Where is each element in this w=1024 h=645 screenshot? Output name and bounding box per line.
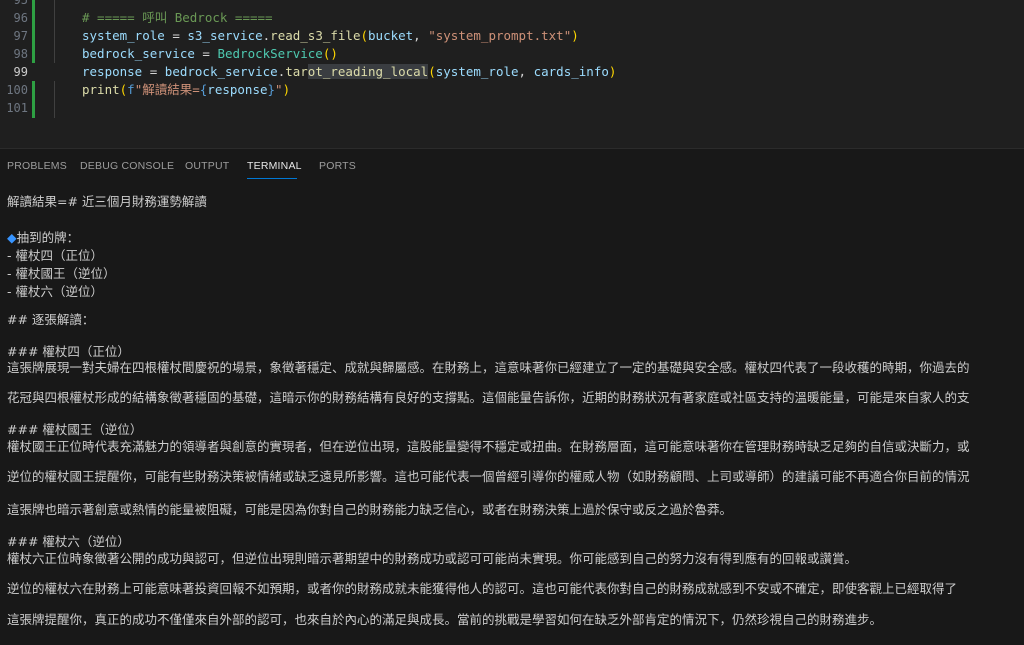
code-text: print(f"解讀結果={response}"): [82, 82, 291, 97]
code-text: system_role = s3_service.read_s3_file(bu…: [82, 28, 579, 43]
terminal-line: 花冠與四根權杖形成的結構象徵著穩固的基礎，這暗示你的財務結構有良好的支撐點。這個…: [7, 390, 970, 405]
line-number: 97: [13, 29, 28, 43]
editor-line-98[interactable]: 98 bedrock_service = BedrockService(): [0, 45, 1024, 63]
editor-line-95[interactable]: 95: [0, 0, 1024, 9]
panel-tabs: PROBLEMS DEBUG CONSOLE OUTPUT TERMINAL P…: [0, 149, 1024, 183]
line-number: 99: [13, 65, 28, 79]
terminal-output[interactable]: 解讀結果=# 近三個月財務運勢解讀 ◆抽到的牌： - 權杖四（正位） - 權杖國…: [7, 193, 1024, 645]
terminal-line: 這張牌也暗示著創意或熱情的能量被阻礙，可能是因為你對自己的財務能力缺乏信心，或者…: [7, 502, 733, 517]
code-text: response = bedrock_service.tarot_reading…: [82, 64, 617, 79]
line-number: 95: [13, 0, 28, 7]
terminal-line: 這張牌提醒你，真正的成功不僅僅來自外部的認可，也來自於內心的滿足與成長。當前的挑…: [7, 612, 883, 627]
tab-debug-console[interactable]: DEBUG CONSOLE: [80, 160, 174, 172]
terminal-line: ## 逐張解讀：: [7, 312, 95, 327]
tab-terminal[interactable]: TERMINAL: [247, 160, 302, 172]
line-number: 101: [6, 101, 28, 115]
editor-line-101[interactable]: 101: [0, 99, 1024, 117]
tab-problems[interactable]: PROBLEMS: [7, 160, 67, 172]
terminal-line: ### 權杖國王（逆位）: [7, 422, 143, 437]
editor-line-97[interactable]: 97 system_role = s3_service.read_s3_file…: [0, 27, 1024, 45]
terminal-line: - 權杖國王（逆位）: [7, 266, 116, 281]
code-editor[interactable]: 95 96 # ===== 呼叫 Bedrock ===== 97 system…: [0, 0, 1024, 148]
diamond-icon: ◆: [7, 230, 17, 245]
terminal-line: 權杖國王正位時代表充滿魅力的領導者與創意的實現者，但在逆位出現，這股能量變得不穩…: [7, 439, 970, 454]
terminal-line: ### 權杖六（逆位）: [7, 534, 130, 549]
code-text: bedrock_service = BedrockService(): [82, 46, 338, 61]
terminal-line: 逆位的權杖國王提醒你，可能有些財務決策被情緒或缺乏遠見所影響。這也可能代表一個曾…: [7, 469, 970, 484]
editor-line-100[interactable]: 100 print(f"解讀結果={response}"): [0, 81, 1024, 99]
terminal-line: 解讀結果=# 近三個月財務運勢解讀: [7, 194, 207, 209]
terminal-line: 逆位的權杖六在財務上可能意味著投資回報不如預期，或者你的財務成就未能獲得他人的認…: [7, 581, 958, 596]
tab-output[interactable]: OUTPUT: [185, 160, 229, 172]
terminal-line-text: 抽到的牌：: [16, 230, 80, 245]
terminal-line: - 權杖四（正位）: [7, 248, 103, 263]
tab-ports[interactable]: PORTS: [319, 160, 356, 172]
terminal-line: - 權杖六（逆位）: [7, 284, 103, 299]
editor-line-99[interactable]: 99 response = bedrock_service.tarot_read…: [0, 63, 1024, 81]
terminal-line: ◆抽到的牌：: [7, 229, 79, 247]
bottom-panel: PROBLEMS DEBUG CONSOLE OUTPUT TERMINAL P…: [0, 148, 1024, 645]
terminal-line: 權杖六正位時象徵著公開的成功與認可，但逆位出現則暗示著期望中的財務成功或認可可能…: [7, 551, 858, 566]
line-number: 98: [13, 47, 28, 61]
editor-line-96[interactable]: 96 # ===== 呼叫 Bedrock =====: [0, 9, 1024, 27]
active-tab-indicator: [247, 178, 297, 179]
line-number: 96: [13, 11, 28, 25]
terminal-line: 這張牌展現一對夫婦在四根權杖間慶祝的場景，象徵著穩定、成就與歸屬感。在財務上，這…: [7, 360, 970, 375]
code-comment: # ===== 呼叫 Bedrock =====: [82, 10, 273, 25]
line-number: 100: [6, 83, 28, 97]
